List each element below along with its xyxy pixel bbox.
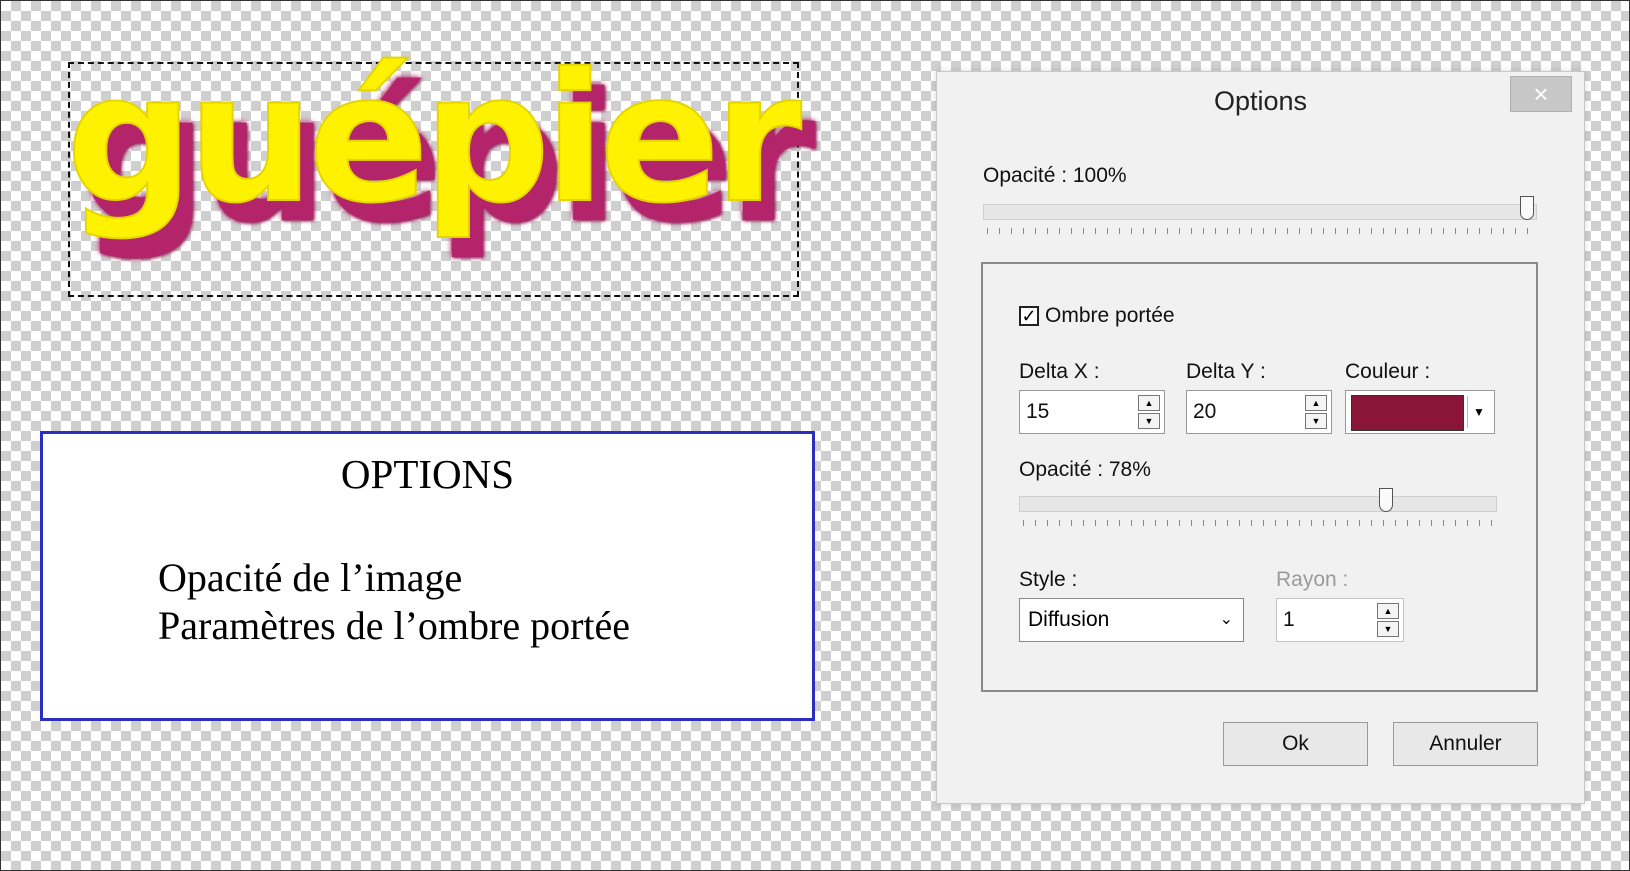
spin-down-icon[interactable]: ▼ bbox=[1377, 621, 1399, 637]
image-opacity-slider[interactable] bbox=[983, 194, 1537, 238]
delta-y-spinner[interactable]: 20 ▲ ▼ bbox=[1186, 390, 1332, 434]
spin-up-icon[interactable]: ▲ bbox=[1138, 395, 1160, 411]
ok-button[interactable]: Ok bbox=[1223, 722, 1368, 766]
radius-label: Rayon : bbox=[1276, 568, 1349, 591]
options-dialog: Options × Opacité : 100% ✓ Ombre portée … bbox=[936, 71, 1585, 804]
delta-y-value[interactable]: 20 bbox=[1193, 400, 1216, 424]
slider-thumb[interactable] bbox=[1379, 488, 1394, 512]
radius-spinner[interactable]: 1 ▲ ▼ bbox=[1276, 598, 1404, 642]
info-box-title: OPTIONS bbox=[340, 451, 515, 497]
drop-shadow-checkbox[interactable]: ✓ bbox=[1019, 306, 1039, 326]
slider-thumb[interactable] bbox=[1520, 196, 1534, 220]
chevron-down-icon: ⌄ bbox=[1219, 611, 1233, 628]
drop-shadow-group: ✓ Ombre portée Delta X : 15 ▲ ▼ Delta Y :… bbox=[981, 262, 1538, 692]
info-line-shadow-params: Paramètres de l’ombre portée bbox=[158, 603, 631, 648]
guepier-text-art: guépier bbox=[65, 35, 803, 242]
image-opacity-label: Opacité : 100% bbox=[983, 164, 1127, 187]
dropdown-arrow-icon[interactable]: ▼ bbox=[1467, 396, 1490, 428]
delta-x-spinner[interactable]: 15 ▲ ▼ bbox=[1019, 390, 1165, 434]
style-value: Diffusion bbox=[1028, 608, 1110, 631]
spin-down-icon[interactable]: ▼ bbox=[1138, 413, 1160, 429]
style-select[interactable]: Diffusion ⌄ bbox=[1019, 598, 1244, 642]
delta-x-label: Delta X : bbox=[1019, 360, 1100, 383]
options-info-box: OPTIONS Opacité de l’image Paramètres de… bbox=[40, 431, 815, 721]
slider-ticks bbox=[987, 228, 1533, 234]
shadow-opacity-slider[interactable] bbox=[1019, 486, 1497, 530]
shadow-color-picker[interactable]: ▼ bbox=[1345, 390, 1495, 434]
color-swatch bbox=[1351, 395, 1464, 431]
slider-track bbox=[983, 204, 1537, 220]
radius-value[interactable]: 1 bbox=[1283, 608, 1295, 632]
spin-down-icon[interactable]: ▼ bbox=[1305, 413, 1327, 429]
cancel-button[interactable]: Annuler bbox=[1393, 722, 1538, 766]
info-line-image-opacity: Opacité de l’image bbox=[158, 555, 463, 600]
spin-up-icon[interactable]: ▲ bbox=[1305, 395, 1327, 411]
close-button[interactable]: × bbox=[1510, 76, 1572, 112]
slider-track bbox=[1019, 496, 1497, 512]
shadow-opacity-label: Opacité : 78% bbox=[1019, 458, 1151, 481]
check-icon: ✓ bbox=[1021, 306, 1037, 326]
delta-y-label: Delta Y : bbox=[1186, 360, 1266, 383]
delta-x-value[interactable]: 15 bbox=[1026, 400, 1049, 424]
slider-ticks bbox=[1023, 520, 1493, 526]
dialog-title: Options bbox=[1213, 86, 1308, 116]
color-label: Couleur : bbox=[1345, 360, 1431, 383]
drop-shadow-label: Ombre portée bbox=[1045, 304, 1175, 327]
style-label: Style : bbox=[1019, 568, 1078, 591]
spin-up-icon[interactable]: ▲ bbox=[1377, 603, 1399, 619]
